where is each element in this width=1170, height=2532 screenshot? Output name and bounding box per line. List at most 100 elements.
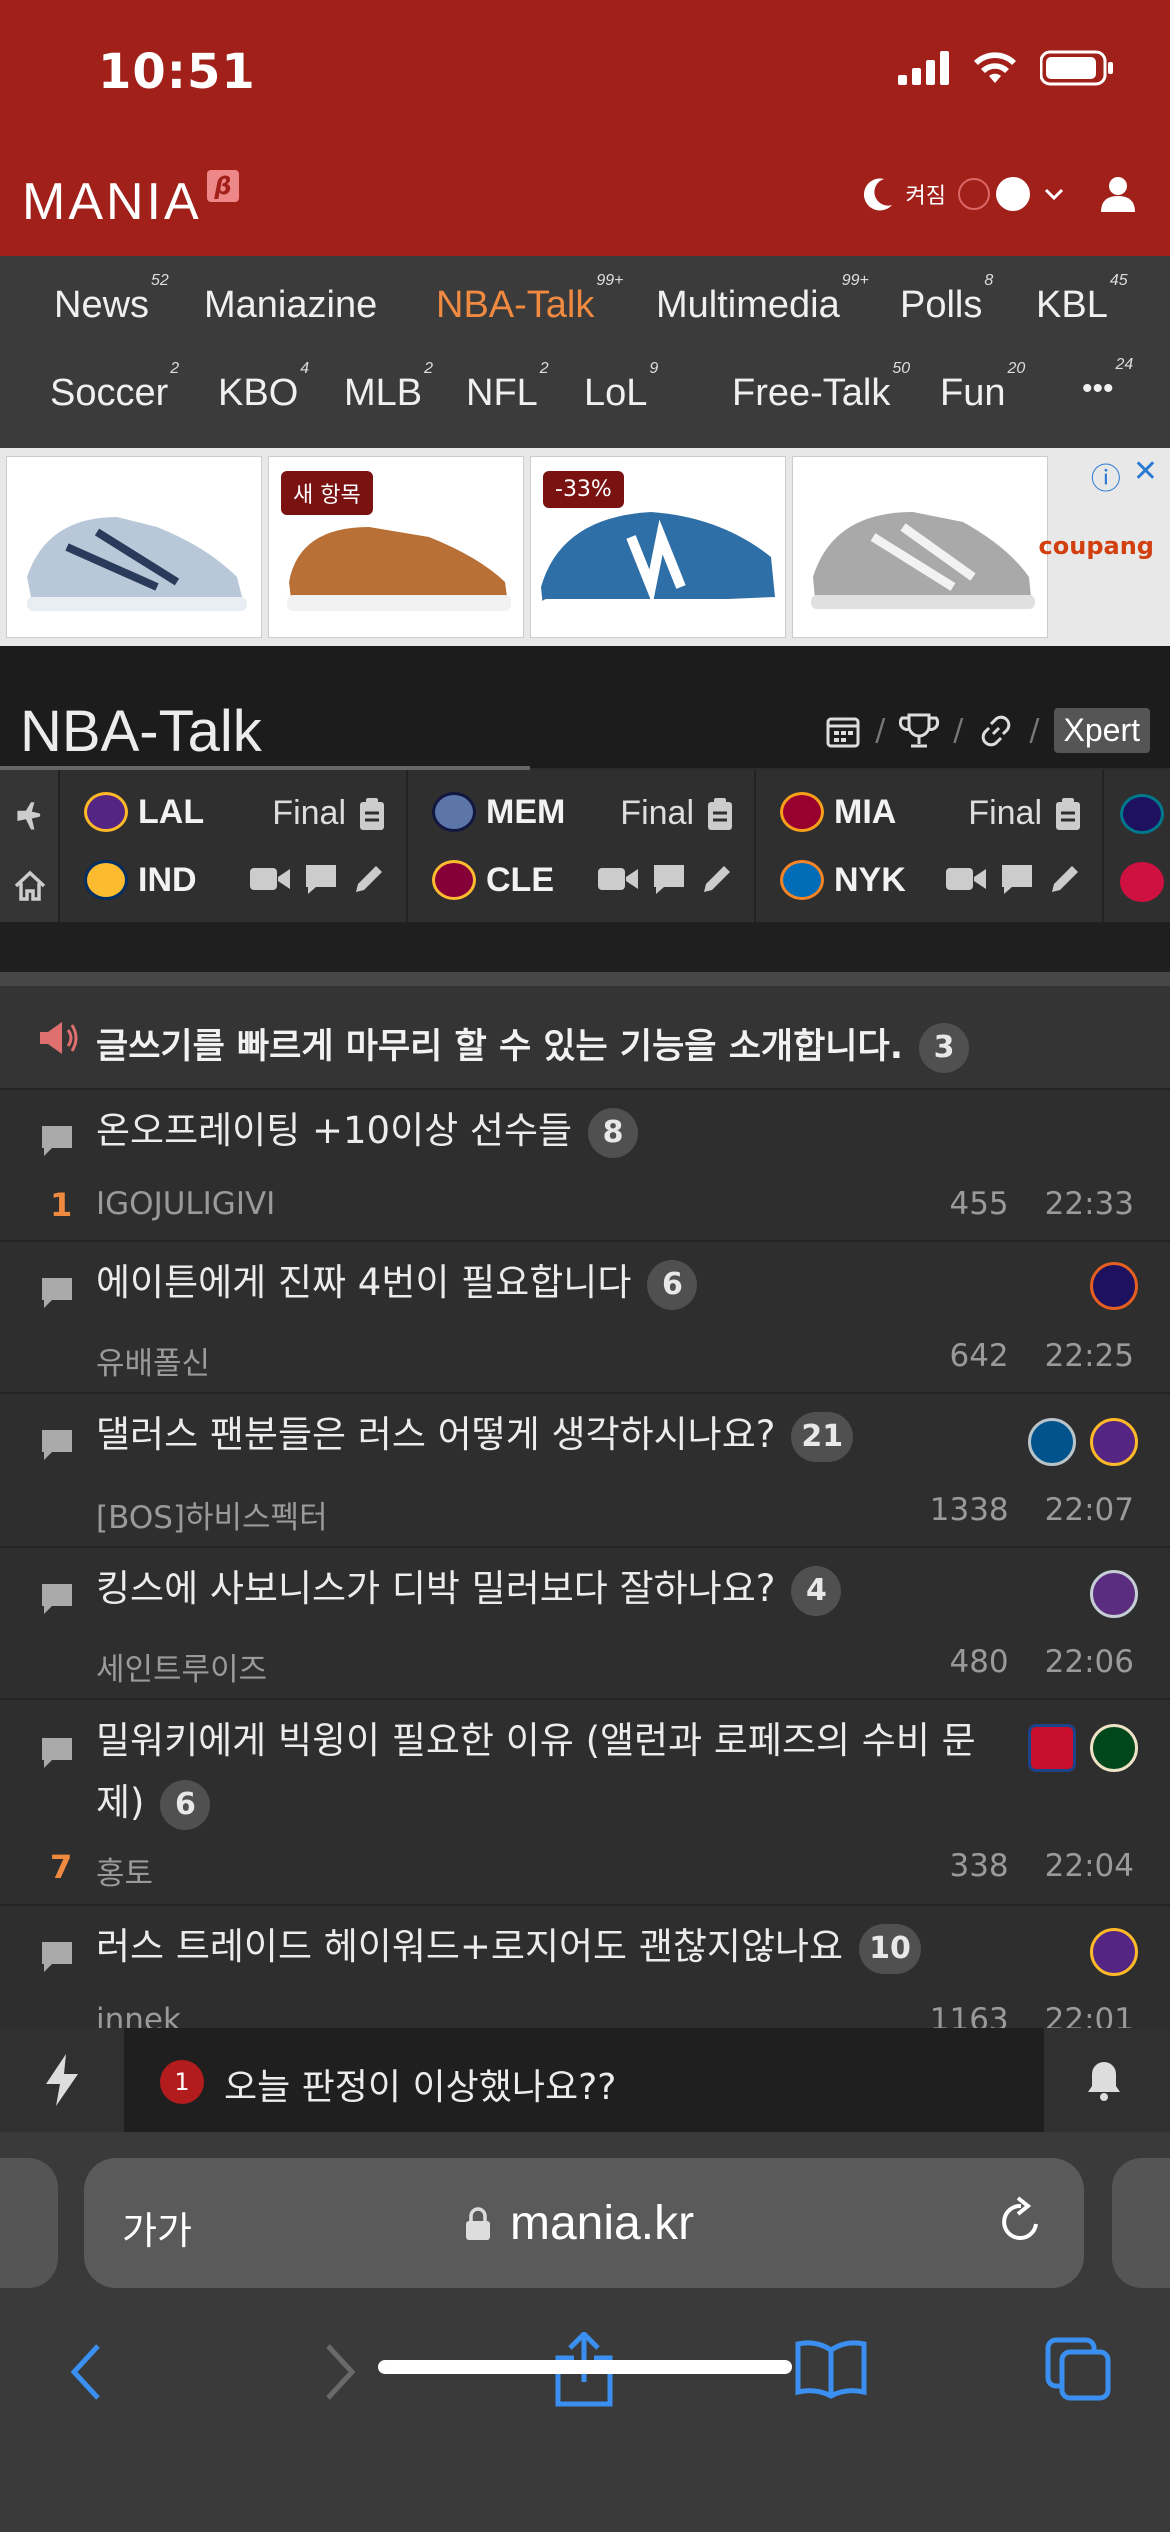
nav-news[interactable]: News52 bbox=[54, 272, 169, 327]
tabs-icon[interactable] bbox=[1044, 2336, 1114, 2402]
post-item[interactable]: 댈러스 팬분들은 러스 어떻게 생각하시나요? 21 [BOS]하비스펙터 133… bbox=[0, 1394, 1170, 1548]
post-author[interactable]: [BOS]하비스펙터 bbox=[96, 1492, 328, 1537]
pencil-icon[interactable] bbox=[1048, 862, 1082, 896]
game-card[interactable]: MEM CLE Final bbox=[410, 770, 756, 922]
nav-lol[interactable]: LoL9 bbox=[584, 360, 658, 415]
post-title-line1: 밀워키에게 빅윙이 필요한 이유 (앨런과 로페즈의 수비 문 bbox=[96, 1719, 976, 1762]
ad-info-icon[interactable]: ⓘ bbox=[1091, 454, 1121, 498]
reload-icon[interactable] bbox=[996, 2194, 1046, 2248]
nav-count: 52 bbox=[151, 272, 169, 290]
link-icon[interactable] bbox=[977, 712, 1015, 750]
comment-count-badge: 6 bbox=[160, 1779, 211, 1830]
toggle-on-dot bbox=[996, 177, 1030, 211]
home-indicator[interactable] bbox=[378, 2360, 792, 2374]
ad-product-4[interactable] bbox=[792, 456, 1048, 638]
ad-banner[interactable]: 새 항목 -33% ⓘ ✕ coupang bbox=[0, 448, 1170, 646]
mavericks-logo bbox=[1028, 1418, 1076, 1466]
pencil-icon[interactable] bbox=[352, 862, 386, 896]
video-icon[interactable] bbox=[598, 865, 638, 893]
ad-product-3[interactable]: -33% bbox=[530, 456, 786, 638]
dark-mode-toggle[interactable] bbox=[958, 177, 1030, 211]
home-icon[interactable] bbox=[12, 868, 48, 904]
clippers-logo bbox=[1028, 1724, 1076, 1772]
post-author[interactable]: innek bbox=[96, 2002, 181, 2028]
bell-icon[interactable] bbox=[1084, 2058, 1124, 2102]
ad-product-1[interactable] bbox=[6, 456, 262, 638]
post-item[interactable]: 밀워키에게 빅윙이 필요한 이유 (앨런과 로페즈의 수비 문 제) 6 7 홍토 … bbox=[0, 1700, 1170, 1906]
nav-kbl[interactable]: KBL45 bbox=[1036, 272, 1128, 327]
user-icon[interactable] bbox=[1096, 172, 1140, 216]
clipboard-icon[interactable] bbox=[706, 797, 734, 831]
game-card[interactable]: LAL IND Final bbox=[62, 770, 408, 922]
chat-icon[interactable] bbox=[652, 863, 686, 895]
post-stats: 480 22:06 bbox=[949, 1644, 1134, 1680]
clipboard-icon[interactable] bbox=[358, 797, 386, 831]
post-item[interactable]: 러스 트레이드 헤이워드+로지어도 괜찮지않나요 10 innek 1163 22:… bbox=[0, 1906, 1170, 2028]
nav-label: News bbox=[54, 284, 150, 326]
post-author[interactable]: IGOJULIGIVI bbox=[96, 1186, 275, 1222]
ad-controls: ⓘ ✕ bbox=[1091, 454, 1158, 498]
game-card[interactable]: MIA NYK Final bbox=[758, 770, 1104, 922]
ad-new-tag: 새 항목 bbox=[281, 471, 373, 515]
nav-free-talk[interactable]: Free-Talk50 bbox=[732, 360, 910, 415]
site-logo[interactable]: MANIA bbox=[22, 172, 202, 232]
bookmarks-icon[interactable] bbox=[794, 2338, 868, 2400]
ticker-text: 오늘 판정이 이상했나요?? bbox=[224, 2067, 617, 2108]
nav-kbo[interactable]: KBO4 bbox=[218, 360, 309, 415]
nav-more[interactable]: •••24 bbox=[1082, 356, 1133, 406]
post-title: 킹스에 사보니스가 디박 밀러보다 잘하나요? 4 bbox=[96, 1558, 842, 1620]
nav-nba-talk[interactable]: NBA-Talk99+ bbox=[436, 272, 624, 327]
notice-row[interactable]: 글쓰기를 빠르게 마무리 할 수 있는 기능을 소개합니다. 3 bbox=[0, 986, 1170, 1090]
chat-icon[interactable] bbox=[304, 863, 338, 895]
header-controls: 켜짐 bbox=[863, 172, 1140, 216]
nav-mlb[interactable]: MLB2 bbox=[344, 360, 433, 415]
nav-count: 24 bbox=[1115, 356, 1134, 373]
video-icon[interactable] bbox=[250, 865, 290, 893]
ad-product-2[interactable]: 새 항목 bbox=[268, 456, 524, 638]
reader-text-size-button[interactable]: 가가 bbox=[122, 2200, 192, 2255]
trophy-icon[interactable] bbox=[899, 712, 940, 750]
post-item[interactable]: 온오프레이팅 +10이상 선수들 8 1 IGOJULIGIVI 455 22:33 bbox=[0, 1090, 1170, 1242]
chevron-down-icon[interactable] bbox=[1042, 184, 1066, 204]
post-item[interactable]: 에이튼에게 진짜 4번이 필요합니다 6 유배폴신 642 22:25 bbox=[0, 1242, 1170, 1394]
post-time: 22:33 bbox=[1044, 1186, 1134, 1222]
nav-soccer[interactable]: Soccer2 bbox=[50, 360, 179, 415]
calendar-icon[interactable] bbox=[825, 713, 861, 749]
chat-bubble-icon bbox=[42, 1942, 72, 1972]
next-tab[interactable] bbox=[1112, 2158, 1170, 2288]
post-author[interactable]: 유배폴신 bbox=[96, 1338, 210, 1383]
xpert-button[interactable]: Xpert bbox=[1053, 708, 1150, 753]
post-item[interactable]: 킹스에 사보니스가 디박 밀러보다 잘하나요? 4 세인트루이즈 480 22:06 bbox=[0, 1548, 1170, 1700]
scores-sidebar bbox=[0, 770, 60, 922]
post-author[interactable]: 세인트루이즈 bbox=[96, 1644, 267, 1689]
game-card-partial[interactable] bbox=[1106, 770, 1170, 922]
forward-icon[interactable] bbox=[320, 2340, 360, 2404]
nav-nfl[interactable]: NFL2 bbox=[466, 360, 549, 415]
nav-label: Free-Talk bbox=[732, 372, 891, 414]
video-icon[interactable] bbox=[946, 865, 986, 893]
plane-icon[interactable] bbox=[12, 800, 48, 836]
clipboard-icon[interactable] bbox=[1054, 797, 1082, 831]
nav-label: Polls bbox=[900, 284, 983, 326]
view-count: 480 bbox=[949, 1644, 1009, 1680]
post-rank: 1 bbox=[50, 1186, 73, 1224]
pencil-icon[interactable] bbox=[700, 862, 734, 896]
comment-count-badge: 8 bbox=[588, 1107, 639, 1158]
post-stats: 1338 22:07 bbox=[930, 1492, 1134, 1528]
lightning-icon[interactable] bbox=[42, 2052, 82, 2108]
chat-icon[interactable] bbox=[1000, 863, 1034, 895]
nav-polls[interactable]: Polls8 bbox=[900, 272, 993, 327]
nav-label: LoL bbox=[584, 372, 648, 414]
address-bar[interactable]: 가가 mania.kr bbox=[84, 2158, 1084, 2288]
nav-multimedia[interactable]: Multimedia99+ bbox=[656, 272, 869, 327]
nav-fun[interactable]: Fun20 bbox=[940, 360, 1025, 415]
nav-label: Multimedia bbox=[656, 284, 840, 326]
team-logo bbox=[780, 860, 824, 900]
nav-maniazine[interactable]: Maniazine bbox=[204, 284, 377, 327]
ad-close-icon[interactable]: ✕ bbox=[1133, 454, 1158, 498]
back-icon[interactable] bbox=[66, 2340, 106, 2404]
lakers-logo bbox=[1090, 1928, 1138, 1976]
post-author[interactable]: 홍토 bbox=[96, 1848, 153, 1893]
prev-tab[interactable] bbox=[0, 2158, 58, 2288]
ticker-message[interactable]: 1 오늘 판정이 이상했나요?? bbox=[124, 2028, 1044, 2132]
